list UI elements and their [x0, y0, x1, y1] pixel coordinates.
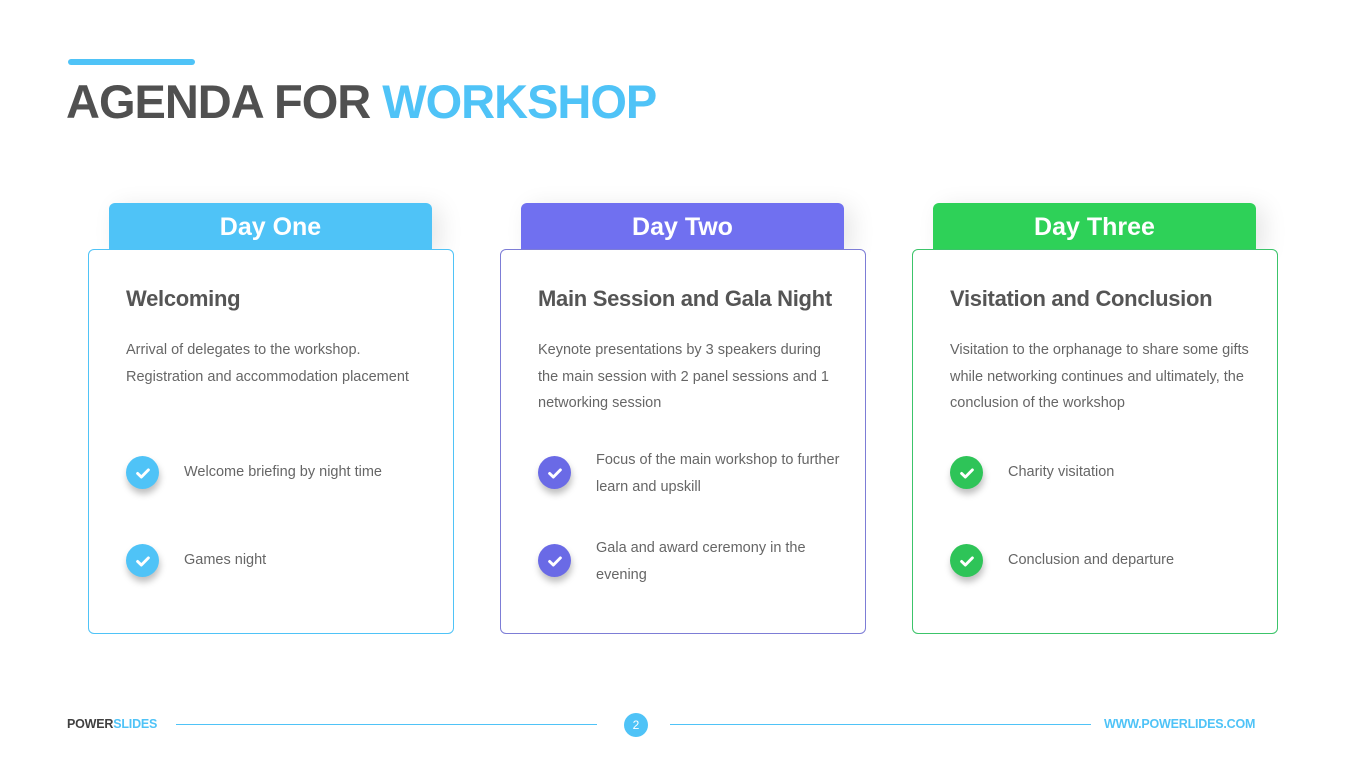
day-three-card: Visitation and Conclusion Visitation to … [912, 249, 1278, 634]
day-two-tab: Day Two [521, 203, 844, 251]
day-two-title: Main Session and Gala Night [538, 286, 832, 311]
day-one-title: Welcoming [126, 286, 241, 311]
check-circle-icon [538, 544, 571, 577]
day-three-tab: Day Three [933, 203, 1256, 251]
item-text: Gala and award ceremony in the evening [596, 540, 806, 583]
item-text: Conclusion and departure [1008, 552, 1175, 568]
day-three-panel: Day Three Visitation and Conclusion Visi… [912, 203, 1278, 634]
footer-website-link[interactable]: WWW.POWERLIDES.COM [1104, 717, 1255, 731]
day-three-title: Visitation and Conclusion [950, 286, 1213, 311]
brand-light-part: SLIDES [113, 717, 158, 731]
day-two-panel: Day Two Main Session and Gala Night Keyn… [500, 203, 866, 634]
footer-divider-left [176, 724, 597, 725]
page-number-badge: 2 [624, 713, 648, 737]
day-two-card: Main Session and Gala Night Keynote pres… [500, 249, 866, 634]
check-circle-icon [950, 456, 983, 489]
check-circle-icon [538, 456, 571, 489]
check-circle-icon [126, 544, 159, 577]
page-title: AGENDA FOR WORKSHOP [66, 74, 657, 129]
item-text: Welcome briefing by night time [184, 464, 382, 480]
day-two-description: Keynote presentations by 3 speakers duri… [538, 342, 829, 411]
check-circle-icon [126, 456, 159, 489]
day-one-description: Arrival of delegates to the workshop. Re… [126, 342, 409, 385]
day-three-description: Visitation to the orphanage to share som… [950, 342, 1249, 411]
footer-divider-right [670, 724, 1091, 725]
item-text: Focus of the main workshop to further le… [596, 452, 840, 495]
title-highlight-part: WORKSHOP [382, 75, 657, 128]
footer-brand-logo: POWERSLIDES [67, 717, 157, 731]
title-accent-bar [68, 59, 195, 65]
item-text: Games night [184, 552, 267, 568]
title-dark-part: AGENDA FOR [66, 75, 371, 128]
day-one-panel: Day One Welcoming Arrival of delegates t… [88, 203, 454, 634]
brand-dark-part: POWER [67, 717, 114, 731]
check-circle-icon [950, 544, 983, 577]
day-one-tab: Day One [109, 203, 432, 251]
item-text: Charity visitation [1008, 464, 1115, 480]
day-one-card: Welcoming Arrival of delegates to the wo… [88, 249, 454, 634]
